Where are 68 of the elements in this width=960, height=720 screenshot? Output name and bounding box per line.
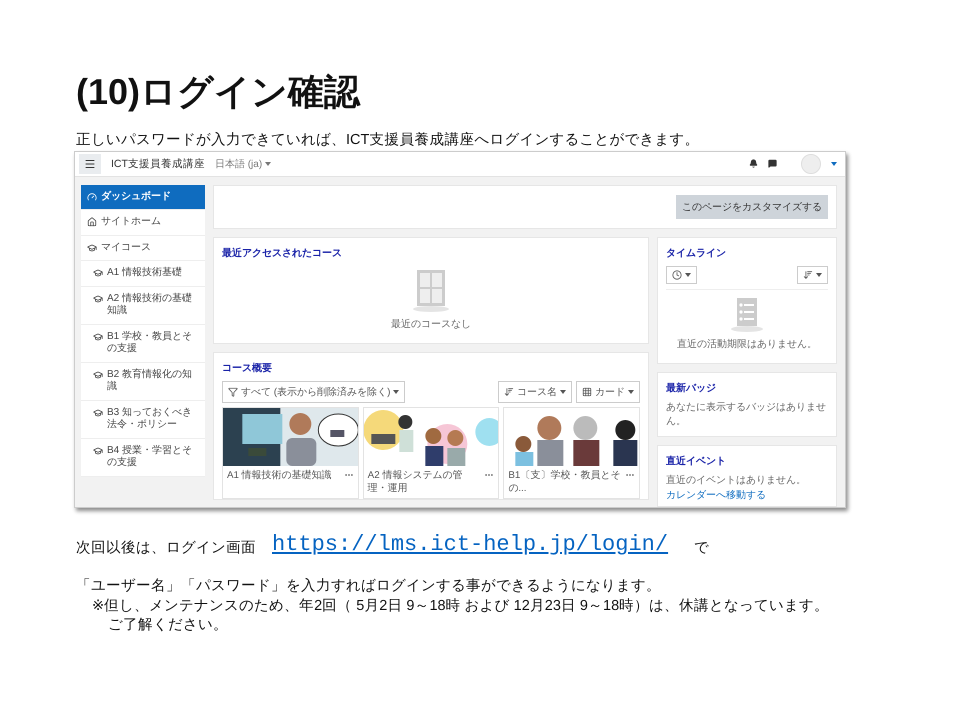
sidebar-item[interactable]: A2 情報技術の基礎知識 bbox=[81, 286, 205, 325]
empty-message: 直近の活動期限はありません。 bbox=[677, 338, 817, 352]
filter-icon bbox=[228, 387, 238, 398]
slide-title: (10)ログイン確認 bbox=[76, 72, 360, 112]
menu-button[interactable] bbox=[79, 154, 101, 174]
sort-dropdown[interactable] bbox=[797, 266, 828, 284]
login-url-link[interactable]: https://lms.ict-help.jp/login/ bbox=[272, 532, 668, 557]
language-menu[interactable]: 日本語 (ja) bbox=[214, 156, 272, 171]
sidebar-item[interactable]: B1 学校・教員とその支援 bbox=[81, 324, 205, 363]
caret-icon bbox=[628, 390, 634, 394]
customize-button[interactable]: このページをカスタマイズする bbox=[676, 194, 828, 219]
next-login-suffix: で bbox=[694, 538, 710, 557]
sidebar-item[interactable]: A1 情報技術基礎 bbox=[81, 261, 205, 287]
sort-dropdown[interactable]: コース名 bbox=[498, 381, 572, 404]
course-name: A2 情報システムの管理・運用 bbox=[368, 470, 464, 495]
graduation-cap-icon bbox=[93, 332, 103, 342]
card-title: 最新バッジ bbox=[666, 381, 717, 396]
dashboard-icon bbox=[87, 192, 97, 202]
bell-icon[interactable] bbox=[749, 159, 758, 168]
graduation-cap-icon bbox=[93, 294, 103, 304]
chat-icon[interactable] bbox=[768, 159, 777, 168]
sidebar-item[interactable]: B2 教育情報化の知識 bbox=[81, 362, 205, 401]
grid-icon bbox=[582, 387, 592, 398]
graduation-cap-icon bbox=[93, 370, 103, 380]
maintenance-note: ※但し、メンテナンスのため、年2回（ 5月2日 9～18時 および 12月23日 9～18時）は、休講となっています。 bbox=[91, 596, 830, 616]
date-filter-dropdown[interactable] bbox=[666, 266, 697, 284]
next-login-text: 次回以後は、ログイン画面 bbox=[76, 538, 256, 557]
caret-icon bbox=[393, 390, 400, 394]
instruction-text: 「ユーザー名」「パスワード」を入力すればログインする事ができるようになります。 bbox=[76, 576, 661, 596]
graduation-cap-icon bbox=[87, 242, 97, 253]
course-card[interactable]: A2 情報システムの管理・運用 bbox=[362, 407, 500, 499]
graduation-cap-icon bbox=[93, 408, 103, 418]
course-name: B1〔支〕学校・教員とその... bbox=[508, 470, 622, 495]
home-icon bbox=[87, 217, 97, 228]
sidebar-item[interactable]: サイトホーム bbox=[81, 210, 205, 236]
course-card[interactable]: A1 情報技術の基礎知識 bbox=[222, 407, 359, 499]
calendar-link[interactable]: カレンダーへ移動する bbox=[666, 488, 828, 502]
card-title: コース概要 bbox=[222, 362, 273, 376]
card-title: 最近アクセスされたコース bbox=[222, 246, 343, 260]
badges-message: あなたに表示するバッジはありません。 bbox=[666, 401, 827, 428]
acknowledgement-text: ご了解ください。 bbox=[107, 616, 228, 636]
course-name: A1 情報技術の基礎知識 bbox=[227, 470, 333, 483]
caret-icon bbox=[685, 272, 691, 277]
empty-message: 最近のコースなし bbox=[391, 318, 471, 332]
caret-icon bbox=[816, 272, 822, 277]
sidebar-item[interactable]: B3 知っておくべき法令・ポリシー bbox=[81, 400, 205, 439]
sidebar-item[interactable]: B4 授業・学習とその支援 bbox=[81, 438, 205, 477]
sort-icon bbox=[504, 387, 514, 398]
empty-list-icon bbox=[729, 298, 765, 332]
caret-icon bbox=[831, 162, 837, 166]
view-dropdown[interactable]: カード bbox=[576, 381, 640, 404]
card-title: 直近イベント bbox=[666, 454, 727, 468]
site-name: ICT支援員養成講座 bbox=[111, 156, 205, 171]
sidebar-item[interactable]: マイコース bbox=[81, 236, 205, 262]
intro-text: 正しいパスワードが入力できていれば、ICT支援員養成講座へログインすることができます。 bbox=[76, 132, 700, 149]
clock-icon bbox=[672, 270, 682, 280]
sidebar-item[interactable]: ダッシュボード bbox=[81, 184, 205, 210]
graduation-cap-icon bbox=[93, 446, 103, 456]
menu-icon bbox=[84, 158, 96, 170]
sort-icon bbox=[803, 270, 813, 280]
graduation-cap-icon bbox=[93, 268, 103, 278]
filter-dropdown[interactable]: すべて (表示から削除済みを除く) bbox=[222, 381, 406, 404]
course-card[interactable]: B1〔支〕学校・教員とその... bbox=[503, 407, 640, 499]
empty-courses-icon bbox=[411, 270, 451, 312]
caret-icon bbox=[265, 162, 272, 166]
caret-icon bbox=[560, 390, 566, 394]
events-message: 直近のイベントはありません。 bbox=[666, 474, 807, 488]
card-title: タイムライン bbox=[666, 246, 727, 260]
